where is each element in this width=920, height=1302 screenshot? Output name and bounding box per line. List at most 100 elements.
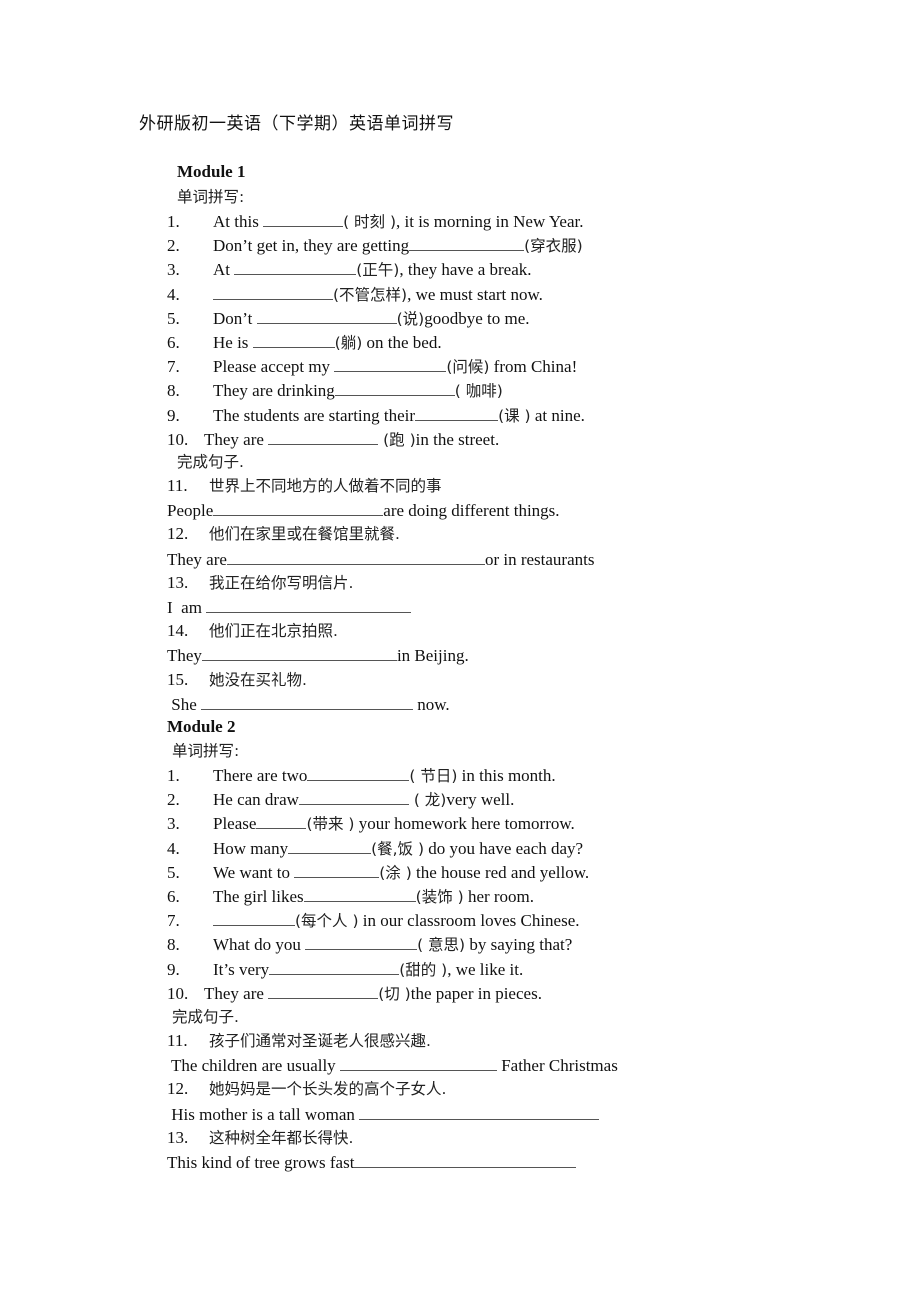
item-text-before: Don’t — [213, 308, 257, 328]
answer-blank[interactable] — [359, 1104, 600, 1120]
answer-blank[interactable] — [305, 934, 418, 951]
chinese-hint: ( 龙) — [408, 791, 447, 810]
answer-blank[interactable] — [303, 886, 416, 902]
item-number: 13. — [167, 1127, 189, 1147]
answer-blank[interactable] — [268, 429, 379, 445]
answer-blank[interactable] — [201, 645, 397, 662]
answer-blank[interactable] — [234, 259, 357, 276]
item-number: 9. — [167, 405, 180, 425]
spelling-item: 6. He is (躺) on the bed. — [167, 332, 442, 352]
answer-blank[interactable] — [201, 694, 413, 710]
chinese-sentence: 我正在给你写明信片. — [209, 573, 354, 592]
item-text-before: There are two — [213, 766, 308, 785]
item-number: 4. — [167, 838, 180, 858]
item-text-after: very well. — [446, 790, 515, 810]
item-text-before: They are — [204, 983, 269, 1003]
chinese-hint: ( 节日) — [409, 767, 458, 785]
spelling-item: 2. He can draw ( 龙)very well. — [167, 789, 514, 809]
item-number: 1. — [167, 212, 180, 231]
sentence-text-before: They are — [167, 549, 227, 569]
item-text-before: How many — [213, 838, 289, 858]
answer-blank[interactable] — [206, 597, 412, 613]
spelling-item: 6. The girl likes (装饰 ) her room. — [167, 886, 534, 906]
answer-blank[interactable] — [226, 549, 485, 565]
spelling-item: 7. (每个人 ) in our classroom loves Chinese. — [167, 910, 580, 930]
item-text-before: At this — [213, 212, 264, 231]
item-number: 9. — [167, 959, 180, 979]
chinese-hint: (带来 ) — [306, 815, 355, 834]
answer-blank[interactable] — [213, 910, 295, 927]
item-number: 2. — [167, 790, 180, 810]
spelling-item: 2. Don’t get in, they are getting (穿衣服) — [167, 235, 583, 255]
sentence-text-before: I am — [167, 598, 207, 617]
module-2-heading: Module 2 — [167, 717, 236, 736]
item-text-before: They are — [204, 429, 269, 449]
answer-blank[interactable] — [415, 405, 499, 421]
answer-blank[interactable] — [269, 959, 400, 975]
item-text-after: in this month. — [457, 766, 556, 785]
item-number: 8. — [167, 935, 180, 955]
item-text-after: by saying that? — [465, 935, 573, 955]
answer-blank[interactable] — [409, 235, 525, 252]
chinese-hint: (课 ) — [498, 406, 531, 425]
item-text-after: goodbye to me. — [424, 308, 530, 328]
answer-blank[interactable] — [263, 211, 344, 227]
sentence-prompt: 14. 他们正在北京拍照. — [167, 621, 338, 641]
chinese-hint: (正午) — [356, 261, 400, 280]
sentence-prompt: 13. 这种树全年都长得快. — [167, 1128, 353, 1148]
sentence-answer: I am — [167, 597, 412, 617]
answer-blank[interactable] — [339, 1055, 497, 1072]
item-number: 7. — [167, 357, 180, 377]
sentence-text-after: now. — [413, 694, 450, 714]
sentence-text-after: Father Christmas — [496, 1056, 618, 1076]
answer-blank[interactable] — [334, 380, 455, 397]
item-text-before: We want to — [213, 862, 295, 882]
item-number: 14. — [167, 621, 189, 641]
chinese-sentence: 孩子们通常对圣诞老人很感兴趣. — [209, 1032, 431, 1050]
answer-blank[interactable] — [307, 765, 410, 781]
document-title: 外研版初一英语（下学期）英语单词拼写 — [139, 114, 454, 134]
item-text-before: It’s very — [213, 959, 270, 979]
chinese-sentence: 他们在家里或在餐馆里就餐. — [209, 525, 400, 544]
chinese-hint: ( 咖啡) — [454, 382, 503, 401]
spelling-item: 1. At this ( 时刻 ), it is morning in New Y… — [167, 211, 584, 231]
item-number: 10. — [167, 983, 189, 1003]
chinese-hint: ( 时刻 ) — [343, 213, 397, 231]
sentence-prompt: 11. 孩子们通常对圣诞老人很感兴趣. — [167, 1031, 431, 1051]
spelling-item: 8. What do you ( 意思) by saying that? — [167, 934, 572, 954]
sentence-text-before: She — [167, 694, 201, 714]
answer-blank[interactable] — [268, 983, 379, 999]
chinese-hint: (切 ) — [378, 984, 411, 1003]
answer-blank[interactable] — [334, 356, 447, 373]
item-number: 1. — [167, 766, 180, 785]
answer-blank[interactable] — [252, 332, 335, 348]
item-text-after: on the bed. — [362, 333, 442, 352]
sentence-text-after: or in restaurants — [484, 549, 595, 569]
item-number: 5. — [167, 862, 180, 882]
spelling-item: 7. Please accept my (问候) from China! — [167, 356, 577, 376]
sentence-text-before: This kind of tree grows fast — [167, 1153, 355, 1172]
item-text-after: the house red and yellow. — [411, 862, 590, 882]
sentence-answer: This kind of tree grows fast — [167, 1152, 577, 1172]
answer-blank[interactable] — [256, 813, 307, 830]
answer-blank[interactable] — [213, 500, 384, 517]
item-number: 4. — [167, 284, 180, 304]
item-text-after: , it is morning in New Year. — [396, 212, 584, 231]
answer-blank[interactable] — [256, 308, 397, 324]
item-number: 2. — [167, 236, 180, 256]
item-number: 3. — [167, 260, 180, 280]
answer-blank[interactable] — [294, 862, 380, 878]
chinese-hint: (甜的 ) — [399, 960, 448, 979]
item-number: 11. — [167, 476, 188, 495]
spelling-item: 3. Please (带来 ) your homework here tomorro… — [167, 813, 575, 833]
answer-blank[interactable] — [298, 789, 409, 806]
answer-blank[interactable] — [288, 838, 372, 854]
sentence-answer: The children are usually Father Christma… — [167, 1055, 618, 1075]
module-1-heading: Module 1 — [177, 162, 246, 181]
spelling-item: 1. There are two ( 节日) in this month. — [167, 765, 556, 785]
answer-blank[interactable] — [354, 1152, 577, 1168]
spelling-item: 4. How many (餐,饭 ) do you have each day? — [167, 838, 583, 858]
item-number: 12. — [167, 524, 189, 544]
spelling-item: 3. At (正午), they have a break. — [167, 259, 532, 279]
answer-blank[interactable] — [213, 284, 333, 300]
